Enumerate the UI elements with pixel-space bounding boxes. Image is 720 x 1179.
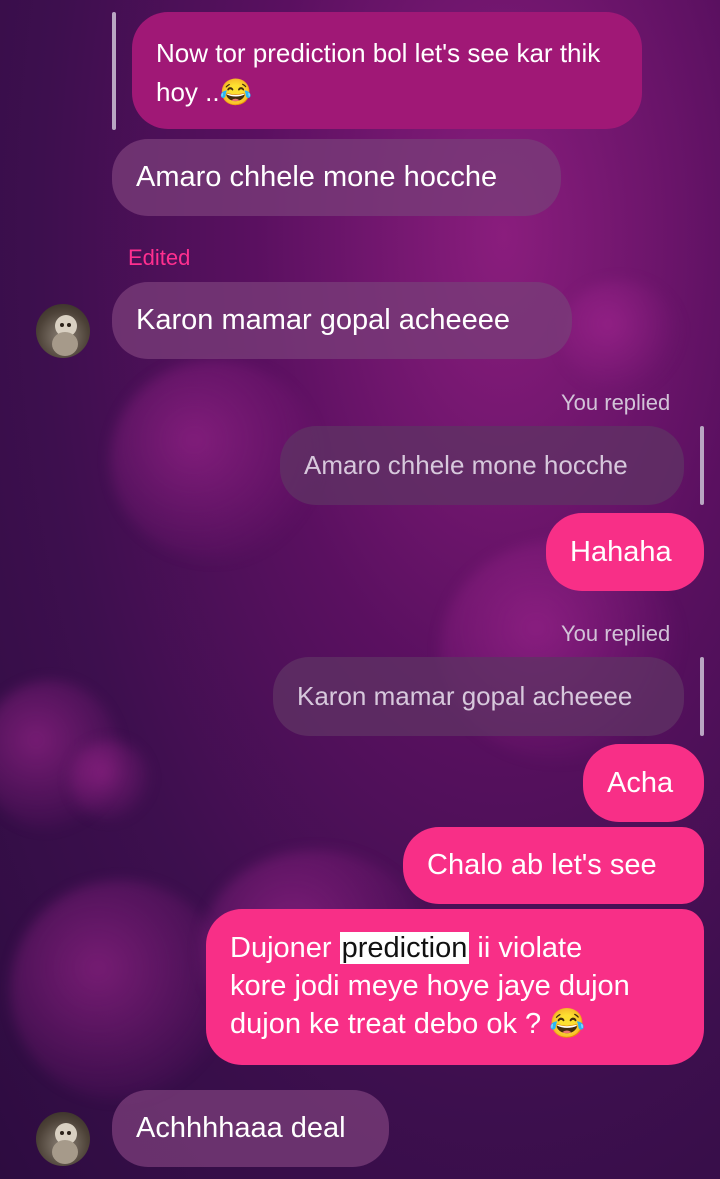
outgoing-message[interactable]: Chalo ab let's see <box>403 827 704 904</box>
message-line: Dujoner prediction ii violate <box>230 929 680 967</box>
quote-indicator <box>112 12 116 130</box>
replied-to-text: Amaro chhele mone hocche <box>304 450 628 480</box>
message-text: Dujoner <box>230 932 340 964</box>
highlighted-word[interactable]: prediction <box>339 932 470 964</box>
you-replied-label: You replied <box>561 621 671 646</box>
you-replied-label: You replied <box>561 390 671 415</box>
message-line: dujon ke treat debo ok ? 😂 <box>230 1008 586 1040</box>
message-text: Chalo ab let's see <box>427 849 657 881</box>
replied-to-message[interactable]: Karon mamar gopal acheeee <box>273 657 684 736</box>
edited-label: Edited <box>128 245 191 270</box>
message-text: ii violate <box>469 932 583 964</box>
quote-indicator <box>700 657 704 736</box>
replied-to-text: Karon mamar gopal acheeee <box>297 681 633 711</box>
avatar-figure-icon <box>52 1123 78 1164</box>
background-heart <box>560 280 680 390</box>
contact-avatar[interactable] <box>36 304 90 358</box>
contact-avatar[interactable] <box>36 1112 90 1166</box>
message-text: Amaro chhele mone hocche <box>136 161 498 193</box>
message-line: kore jodi meye hoye jaye dujon <box>230 970 630 1002</box>
avatar-figure-icon <box>52 315 78 356</box>
background-heart <box>10 880 230 1100</box>
quoted-message-text: Now tor prediction bol let's see kar thi… <box>156 38 601 107</box>
incoming-message[interactable]: Achhhhaaa deal <box>112 1090 389 1167</box>
quoted-message[interactable]: Now tor prediction bol let's see kar thi… <box>132 12 642 129</box>
quote-indicator <box>700 426 704 505</box>
replied-to-message[interactable]: Amaro chhele mone hocche <box>280 426 684 505</box>
outgoing-message[interactable]: Acha <box>583 744 704 822</box>
incoming-message[interactable]: Amaro chhele mone hocche <box>112 139 561 216</box>
message-text: Karon mamar gopal acheeee <box>136 304 511 336</box>
outgoing-message[interactable]: Dujoner prediction ii violate kore jodi … <box>206 909 704 1065</box>
outgoing-message[interactable]: Hahaha <box>546 513 704 591</box>
message-text: Acha <box>607 767 674 799</box>
message-text: Achhhhaaa deal <box>136 1112 346 1144</box>
background-heart <box>70 740 150 820</box>
message-text: Hahaha <box>570 536 672 568</box>
incoming-message[interactable]: Karon mamar gopal acheeee <box>112 282 572 359</box>
